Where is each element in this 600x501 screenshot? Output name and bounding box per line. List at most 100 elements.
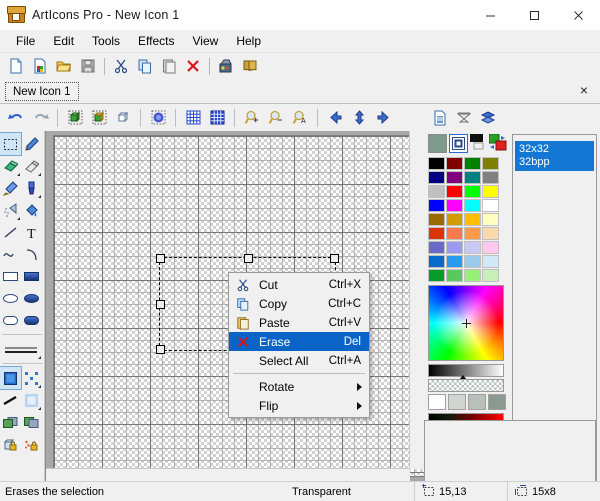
tool-pencil[interactable] (21, 133, 42, 155)
color-swatch[interactable] (482, 157, 499, 170)
context-menu-item-cut[interactable]: Cut Ctrl+X (229, 275, 369, 294)
new-icon-button[interactable] (4, 55, 28, 78)
option-lock-transparency[interactable] (21, 433, 42, 455)
alpha-preset[interactable] (448, 394, 466, 410)
tool-rounded-rect[interactable] (0, 309, 21, 331)
tool-paint-brush[interactable] (21, 177, 42, 199)
alpha-preset[interactable] (488, 394, 506, 410)
nudge-left-button[interactable] (323, 106, 347, 129)
tab-new-icon-1[interactable]: New Icon 1 (5, 82, 79, 101)
new-image-button[interactable] (28, 55, 52, 78)
copy-button[interactable] (133, 55, 157, 78)
color-swatch[interactable] (482, 171, 499, 184)
add-image-button[interactable] (63, 106, 87, 129)
color-swatch[interactable] (446, 269, 463, 282)
wizard-button[interactable] (214, 55, 238, 78)
close-tab-icon[interactable]: × (576, 82, 592, 98)
tool-rounded-rect-filled[interactable] (21, 309, 42, 331)
menu-effects[interactable]: Effects (129, 31, 183, 51)
undo-button[interactable] (4, 106, 28, 129)
tool-eraser[interactable] (21, 155, 42, 177)
tool-rectangle[interactable] (0, 265, 21, 287)
help-book-button[interactable] (238, 55, 262, 78)
color-swatch[interactable] (464, 227, 481, 240)
color-swatch[interactable] (428, 157, 445, 170)
selection-handle-ne[interactable] (330, 254, 339, 263)
pixel-grid-button[interactable] (205, 106, 229, 129)
tool-arc[interactable] (21, 243, 42, 265)
minimize-icon[interactable] (468, 0, 512, 30)
paste-button[interactable] (157, 55, 181, 78)
option-fill-style[interactable] (0, 367, 21, 389)
color-swatch[interactable] (428, 227, 445, 240)
tool-rectangle-filled[interactable] (21, 265, 42, 287)
color-swatch[interactable] (464, 185, 481, 198)
alpha-ramp[interactable] (428, 379, 504, 392)
zoom-out-button[interactable] (264, 106, 288, 129)
context-menu-item-copy[interactable]: Copy Ctrl+C (229, 294, 369, 313)
selection-handle-sw[interactable] (156, 345, 165, 354)
color-swatch[interactable] (428, 269, 445, 282)
brightness-ramp[interactable] (428, 364, 504, 377)
color-swatch[interactable] (482, 269, 499, 282)
tool-ellipse-filled[interactable] (21, 287, 42, 309)
color-swatch[interactable] (446, 241, 463, 254)
color-swatch[interactable] (446, 227, 463, 240)
tool-paint-bucket[interactable] (21, 199, 42, 221)
canvas-vertical-scrollbar[interactable] (409, 131, 425, 469)
nested-square-icon[interactable] (449, 134, 468, 153)
tool-airbrush[interactable] (0, 199, 21, 221)
document-properties-button[interactable] (428, 106, 452, 129)
delete-button[interactable] (181, 55, 205, 78)
option-dither[interactable] (21, 367, 42, 389)
color-swatch[interactable] (464, 157, 481, 170)
tool-curve[interactable] (0, 243, 21, 265)
option-layer-front[interactable] (0, 411, 21, 433)
import-image-button[interactable] (87, 106, 111, 129)
option-layer-back[interactable] (21, 411, 42, 433)
open-folder-button[interactable] (52, 55, 76, 78)
color-swatch[interactable] (464, 171, 481, 184)
tool-ellipse[interactable] (0, 287, 21, 309)
context-menu-item-erase[interactable]: Erase Del (229, 332, 369, 351)
hsv-color-picker[interactable] (428, 285, 504, 361)
color-swatch[interactable] (428, 255, 445, 268)
context-menu-item-flip[interactable]: Flip (229, 396, 369, 415)
color-swatch[interactable] (464, 213, 481, 226)
color-swatch[interactable] (446, 255, 463, 268)
color-swatch[interactable] (464, 199, 481, 212)
option-lock-image[interactable] (0, 433, 21, 455)
grid-button[interactable] (181, 106, 205, 129)
color-swatch[interactable] (446, 185, 463, 198)
color-swatch[interactable] (446, 199, 463, 212)
color-swatch[interactable] (482, 241, 499, 254)
menu-tools[interactable]: Tools (83, 31, 129, 51)
list-item[interactable]: 32x32 32bpp (515, 141, 594, 171)
layers-button[interactable] (476, 106, 500, 129)
color-swatch[interactable] (482, 199, 499, 212)
option-soft-glow[interactable] (21, 389, 42, 411)
nudge-right-button[interactable] (371, 106, 395, 129)
zoom-in-button[interactable] (240, 106, 264, 129)
color-swatch[interactable] (446, 213, 463, 226)
line-width-selector[interactable] (0, 338, 42, 360)
color-swatch[interactable] (482, 213, 499, 226)
color-swatch[interactable] (428, 241, 445, 254)
color-swatch[interactable] (428, 171, 445, 184)
alpha-preset[interactable] (468, 394, 486, 410)
context-menu-item-select-all[interactable]: Select All Ctrl+A (229, 351, 369, 370)
maximize-icon[interactable] (512, 0, 556, 30)
tool-marker[interactable] (0, 177, 21, 199)
tool-color-eraser[interactable] (0, 155, 21, 177)
menu-edit[interactable]: Edit (44, 31, 83, 51)
color-swatch[interactable] (464, 241, 481, 254)
close-icon[interactable] (556, 0, 600, 30)
color-swatch[interactable] (446, 171, 463, 184)
center-button[interactable] (347, 106, 371, 129)
color-swatch[interactable] (428, 199, 445, 212)
redo-button[interactable] (28, 106, 52, 129)
option-brush-shape[interactable] (0, 389, 21, 411)
cut-button[interactable] (109, 55, 133, 78)
color-swatch[interactable] (428, 185, 445, 198)
color-swatch[interactable] (482, 185, 499, 198)
